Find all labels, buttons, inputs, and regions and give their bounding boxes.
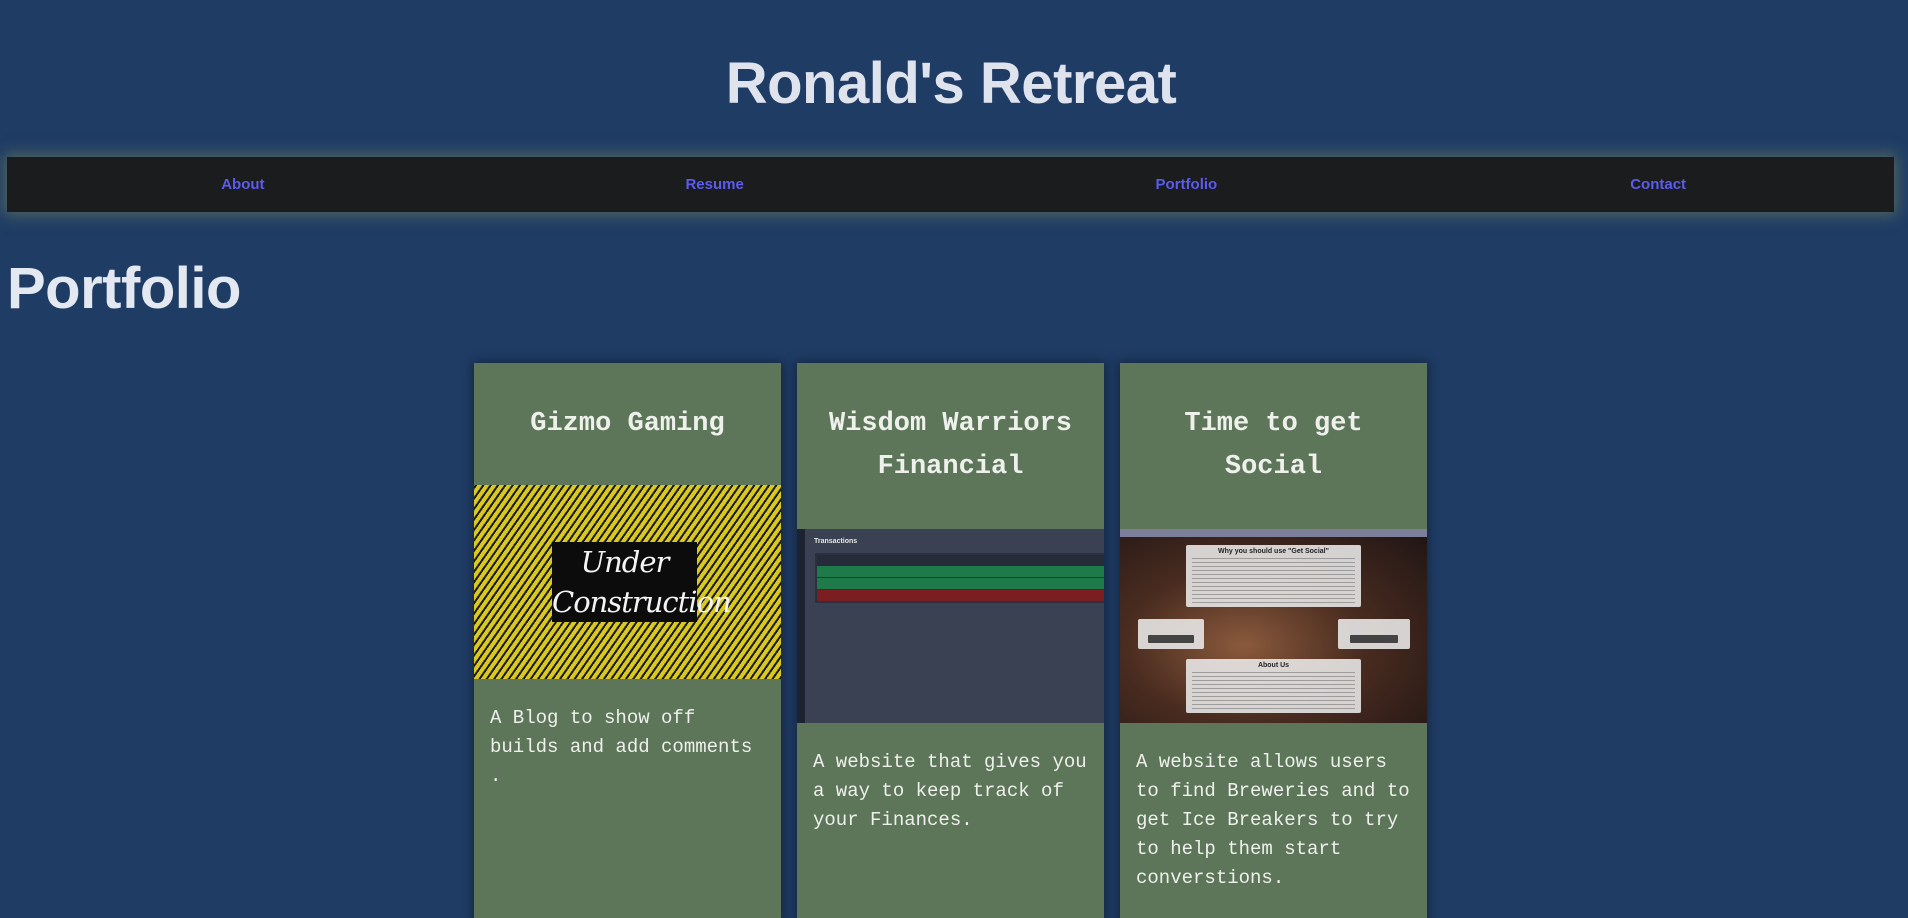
card-thumbnail-finance[interactable]: Transactions: [797, 529, 1104, 723]
card-title: Wisdom Warriors Financial: [828, 409, 1073, 482]
nav-link-contact[interactable]: Contact: [1422, 176, 1894, 193]
card-thumbnail-social[interactable]: Why you should use "Get Social" About Us: [1120, 529, 1427, 723]
portfolio-card-gizmo-gaming[interactable]: Gizmo Gaming Under Construction A Blog t…: [474, 363, 781, 918]
thumbnail-title: Transactions: [814, 538, 858, 545]
card-thumbnail-under-construction[interactable]: Under Construction: [474, 485, 781, 679]
portfolio-card-wisdom-warriors[interactable]: Wisdom Warriors Financial Transactions A…: [797, 363, 1104, 918]
nav-link-about[interactable]: About: [7, 176, 479, 193]
thumbnail-panel-text: [1192, 672, 1355, 710]
thumbnail-sidebar: [797, 529, 805, 723]
thumbnail-panel-heading: Why you should use "Get Social": [1218, 548, 1329, 555]
thumbnail-panel: [1138, 619, 1204, 649]
thumbnail-table-header: [817, 555, 1104, 566]
under-construction-line-2: Construction: [552, 585, 732, 619]
portfolio-heading: Portfolio: [7, 256, 241, 321]
thumbnail-panel-text: [1192, 558, 1355, 604]
thumbnail-panel: [1338, 619, 1410, 649]
thumbnail-panel: Why you should use "Get Social": [1186, 545, 1361, 607]
thumbnail-button: [1148, 635, 1194, 643]
site-title: Ronald's Retreat: [725, 51, 1177, 116]
main-navbar: About Resume Portfolio Contact: [7, 157, 1894, 212]
card-description: A Blog to show off builds and add commen…: [490, 707, 753, 787]
thumbnail-panel-heading: About Us: [1257, 662, 1290, 669]
under-construction-sign: Under Construction: [552, 542, 732, 622]
portfolio-card-time-to-get-social[interactable]: Time to get Social Why you should use "G…: [1120, 363, 1427, 918]
thumbnail-table: [815, 553, 1104, 603]
card-description: A website that gives you a way to keep t…: [813, 751, 1087, 831]
thumbnail-panel: About Us: [1186, 659, 1361, 713]
thumbnail-table-row: [817, 590, 1104, 601]
card-description: A website allows users to find Breweries…: [1136, 751, 1410, 889]
nav-link-portfolio[interactable]: Portfolio: [951, 176, 1423, 193]
thumbnail-table-row: [817, 578, 1104, 589]
thumbnail-button: [1350, 635, 1398, 643]
card-title: Gizmo Gaming: [530, 409, 725, 439]
thumbnail-table-row: [817, 566, 1104, 577]
under-construction-line-1: Under: [580, 545, 670, 579]
card-title: Time to get Social: [1184, 409, 1363, 482]
thumbnail-navbar: [1120, 529, 1427, 537]
nav-link-resume[interactable]: Resume: [479, 176, 951, 193]
